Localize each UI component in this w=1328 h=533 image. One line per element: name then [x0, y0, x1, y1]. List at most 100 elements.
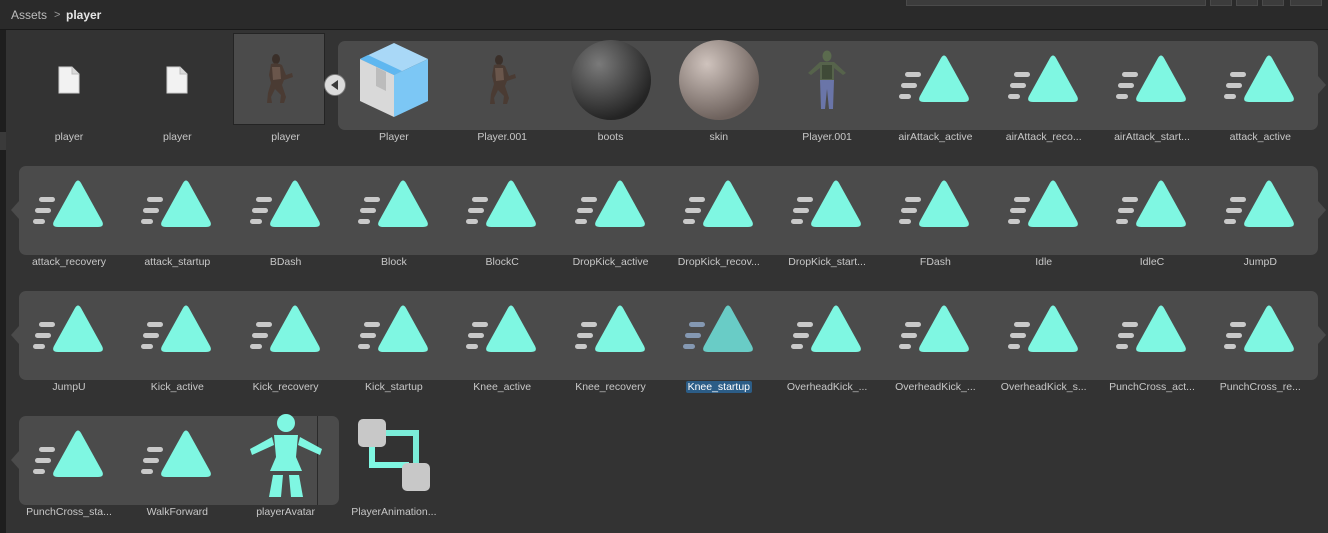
- asset-label: attack_startup: [123, 256, 231, 268]
- animator-controller-icon: [350, 414, 438, 496]
- asset-item[interactable]: airAttack_start...: [1098, 33, 1206, 153]
- asset-item[interactable]: PunchCross_sta...: [15, 408, 123, 528]
- asset-item[interactable]: DropKick_recov...: [665, 158, 773, 278]
- avatar-icon: [242, 414, 330, 497]
- asset-item[interactable]: player: [232, 33, 340, 153]
- animation-clip-icon: [783, 289, 871, 371]
- asset-label-text: PunchCross_act...: [1109, 381, 1195, 393]
- asset-label: Player: [340, 131, 448, 143]
- asset-item[interactable]: DropKick_active: [557, 158, 665, 278]
- asset-item[interactable]: PunchCross_re...: [1206, 283, 1314, 403]
- asset-item[interactable]: Kick_recovery: [232, 283, 340, 403]
- toolbar-button-edge[interactable]: [1290, 0, 1322, 6]
- asset-item[interactable]: playerAvatar: [232, 408, 340, 528]
- asset-item[interactable]: JumpU: [15, 283, 123, 403]
- asset-item[interactable]: Kick_active: [123, 283, 231, 403]
- asset-item[interactable]: attack_startup: [123, 158, 231, 278]
- asset-item[interactable]: boots: [557, 33, 665, 153]
- animation-clip-icon: [1216, 289, 1304, 371]
- asset-item[interactable]: DropKick_start...: [773, 158, 881, 278]
- asset-label: DropKick_start...: [773, 256, 881, 268]
- animation-clip-icon: [25, 164, 113, 246]
- asset-item[interactable]: OverheadKick_...: [881, 283, 989, 403]
- asset-item[interactable]: Player.001: [448, 33, 556, 153]
- asset-label-text: Idle: [1035, 256, 1053, 268]
- toolbar-button-edge[interactable]: [1236, 0, 1258, 6]
- asset-grid: player player player Player Player.001 b…: [6, 30, 1328, 533]
- material-sphere-dark-icon: [567, 39, 655, 121]
- toolbar-button-edge[interactable]: [1210, 0, 1232, 6]
- animation-clip-icon: [458, 164, 546, 246]
- asset-label: FDash: [881, 256, 989, 268]
- breadcrumb-assets[interactable]: Assets: [11, 8, 47, 22]
- animation-clip-icon: [133, 414, 221, 496]
- asset-item[interactable]: BDash: [232, 158, 340, 278]
- asset-item[interactable]: PlayerAnimation...: [340, 408, 448, 528]
- asset-label: airAttack_active: [881, 131, 989, 143]
- animation-clip-icon: [25, 414, 113, 496]
- asset-label-text: Kick_startup: [365, 381, 423, 393]
- asset-label-text: PunchCross_sta...: [26, 506, 112, 518]
- search-field-edge[interactable]: [906, 0, 1206, 6]
- asset-item[interactable]: Player.001: [773, 33, 881, 153]
- asset-item[interactable]: Idle: [990, 158, 1098, 278]
- asset-item[interactable]: Block: [340, 158, 448, 278]
- asset-label-text: player: [54, 131, 84, 143]
- animation-clip-icon: [675, 289, 763, 371]
- animation-clip-icon: [675, 164, 763, 246]
- animation-clip-icon: [1216, 39, 1304, 121]
- asset-label: playerAvatar: [232, 506, 340, 518]
- asset-label-text: OverheadKick_...: [786, 381, 868, 393]
- asset-label: attack_active: [1206, 131, 1314, 143]
- prefab-box-icon: [350, 39, 438, 121]
- toolbar-button-edge[interactable]: [1262, 0, 1284, 6]
- asset-item[interactable]: airAttack_reco...: [990, 33, 1098, 153]
- asset-item[interactable]: OverheadKick_s...: [990, 283, 1098, 403]
- asset-item[interactable]: OverheadKick_...: [773, 283, 881, 403]
- asset-item[interactable]: WalkForward: [123, 408, 231, 528]
- animation-clip-icon: [1108, 39, 1196, 121]
- asset-label-text: PlayerAnimation...: [351, 506, 437, 518]
- asset-item[interactable]: Kick_startup: [340, 283, 448, 403]
- asset-label: Knee_startup: [665, 381, 773, 393]
- asset-label-text: OverheadKick_s...: [1000, 381, 1087, 393]
- asset-label-text: attack_startup: [144, 256, 211, 268]
- breadcrumb-current[interactable]: player: [66, 8, 101, 22]
- asset-item[interactable]: Knee_recovery: [557, 283, 665, 403]
- asset-item[interactable]: FDash: [881, 158, 989, 278]
- asset-label-text: attack_active: [1229, 131, 1291, 143]
- asset-item[interactable]: BlockC: [448, 158, 556, 278]
- model-thumbnail-icon: [232, 33, 325, 125]
- asset-label-text: Player.001: [477, 131, 527, 143]
- asset-label: OverheadKick_...: [773, 381, 881, 393]
- asset-label: Idle: [990, 256, 1098, 268]
- asset-label: PunchCross_re...: [1206, 381, 1314, 393]
- animation-clip-icon: [567, 164, 655, 246]
- asset-item[interactable]: Knee_startup: [665, 283, 773, 403]
- asset-item[interactable]: attack_recovery: [15, 158, 123, 278]
- asset-item[interactable]: airAttack_active: [881, 33, 989, 153]
- asset-label-text: airAttack_active: [898, 131, 973, 143]
- animation-clip-icon: [133, 289, 221, 371]
- asset-item[interactable]: player: [123, 33, 231, 153]
- asset-item[interactable]: Knee_active: [448, 283, 556, 403]
- asset-item[interactable]: attack_active: [1206, 33, 1314, 153]
- asset-item[interactable]: JumpD: [1206, 158, 1314, 278]
- animation-clip-icon: [1000, 164, 1088, 246]
- asset-item[interactable]: skin: [665, 33, 773, 153]
- asset-item[interactable]: PunchCross_act...: [1098, 283, 1206, 403]
- asset-item[interactable]: Player: [340, 33, 448, 153]
- asset-label-text: boots: [597, 131, 624, 143]
- asset-item[interactable]: player: [15, 33, 123, 153]
- asset-label-text: WalkForward: [146, 506, 209, 518]
- asset-label: JumpU: [15, 381, 123, 393]
- asset-item[interactable]: IdleC: [1098, 158, 1206, 278]
- asset-label-text: BlockC: [485, 256, 519, 268]
- asset-label-text: skin: [709, 131, 729, 143]
- collapse-subassets-button[interactable]: [324, 74, 346, 96]
- asset-label-text: DropKick_start...: [788, 256, 866, 268]
- asset-label: PlayerAnimation...: [340, 506, 448, 518]
- asset-label: skin: [665, 131, 773, 143]
- asset-label: Kick_active: [123, 381, 231, 393]
- animation-clip-icon: [1108, 164, 1196, 246]
